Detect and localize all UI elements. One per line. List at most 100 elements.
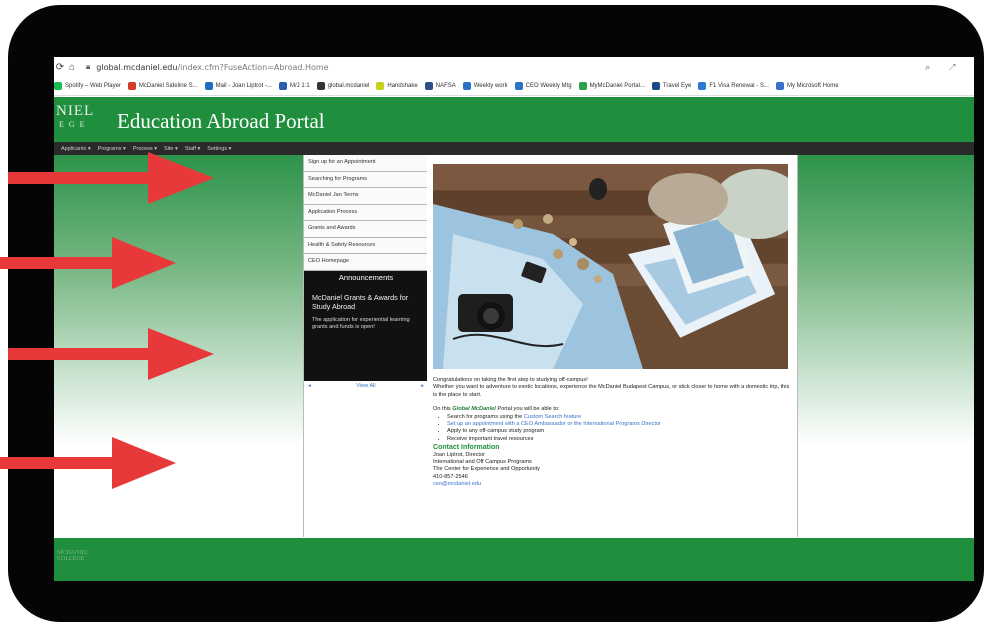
bookmark-label: CEO Weekly Mtg bbox=[525, 83, 572, 89]
bookmark-favicon-icon bbox=[204, 82, 213, 90]
next-arrow-icon[interactable]: ▸ bbox=[421, 383, 424, 389]
menu-item[interactable]: Applicants ▾ bbox=[61, 146, 91, 152]
portal-name: Global McDaniel bbox=[452, 406, 496, 413]
bookmark-label: NAFSA bbox=[435, 83, 456, 89]
bookmark-favicon-icon bbox=[316, 82, 325, 90]
site-footer: MCDANIEL COLLEGE bbox=[54, 538, 974, 581]
bookmark-item[interactable]: CEO Weekly Mtg bbox=[514, 82, 572, 90]
bookmark-favicon-icon bbox=[698, 82, 707, 90]
feature-1-text: Search for programs using the bbox=[447, 413, 523, 420]
bookmark-favicon-icon bbox=[651, 82, 660, 90]
appointment-link[interactable]: Set up an appointment with a CEO Ambassa… bbox=[447, 421, 661, 427]
announcement-body: The application for experiential learnin… bbox=[312, 316, 410, 331]
sidebar-link[interactable]: Application Process bbox=[304, 204, 428, 221]
bookmark-favicon-icon bbox=[376, 82, 385, 90]
sidebar: Sign up for an Appointment Searching for … bbox=[303, 155, 428, 537]
logo-line-1: NIEL bbox=[56, 103, 95, 119]
intro-line-1: Congratulations on taking the first step… bbox=[433, 377, 588, 383]
contact-phone: 410-857-2546 bbox=[433, 473, 468, 480]
feature-list: Search for programs using the Custom Sea… bbox=[433, 414, 793, 444]
sidebar-link[interactable]: Grants and Awards bbox=[304, 221, 428, 238]
bookmark-item[interactable]: NAFSA bbox=[424, 82, 456, 90]
bookmark-item[interactable]: global.mcdaniel bbox=[316, 82, 370, 90]
tablet-frame: ⟳ ⌂ 🔒︎ global.mcdaniel.edu/index.cfm?Fus… bbox=[8, 5, 984, 622]
portal-title: Education Abroad Portal bbox=[117, 109, 325, 133]
bookmark-label: F1 Visa Renewal - S... bbox=[709, 83, 769, 89]
feature-item: Apply to any off-campus study program bbox=[447, 428, 793, 435]
prev-arrow-icon[interactable]: ◂ bbox=[308, 383, 311, 389]
bookmark-item[interactable]: Spotify – Web Player bbox=[54, 82, 121, 90]
bookmark-favicon-icon bbox=[54, 82, 62, 90]
bookmark-item[interactable]: Travel Eye bbox=[651, 82, 691, 90]
lock-icon: 🔒︎ bbox=[86, 62, 91, 71]
contact-email-link[interactable]: ceo@mcdaniel.edu bbox=[433, 481, 793, 488]
sidebar-link[interactable]: Health & Safety Resources bbox=[304, 237, 428, 254]
footer-logo: MCDANIEL COLLEGE bbox=[57, 550, 89, 562]
zoom-share-icons[interactable]: ⌕ ↗ bbox=[925, 62, 964, 73]
menu-item[interactable]: Settings ▾ bbox=[207, 146, 231, 152]
url-field[interactable]: global.mcdaniel.edu/index.cfm?FuseAction… bbox=[96, 63, 328, 72]
feature-item: Search for programs using the Custom Sea… bbox=[447, 414, 793, 421]
menu-item[interactable]: Process ▾ bbox=[133, 146, 157, 152]
bookmark-item[interactable]: MyMcDaniel Portal... bbox=[578, 82, 645, 90]
portal-sentence: On this Global McDaniel Portal you will … bbox=[433, 406, 793, 413]
bookmark-favicon-icon bbox=[462, 82, 471, 90]
reload-icon[interactable]: ⟳ bbox=[54, 62, 66, 73]
sidebar-link[interactable]: McDaniel Jan Terms bbox=[304, 188, 428, 205]
hero-image bbox=[433, 164, 788, 369]
bookmark-label: Weekly work bbox=[473, 83, 508, 89]
browser-screen: ⟳ ⌂ 🔒︎ global.mcdaniel.edu/index.cfm?Fus… bbox=[54, 57, 974, 581]
bookmark-item[interactable]: My Microsoft Home bbox=[775, 82, 839, 90]
url-host: global.mcdaniel.edu bbox=[96, 62, 178, 72]
menu-item[interactable]: Programs ▾ bbox=[98, 146, 126, 152]
arrow-4 bbox=[0, 437, 176, 489]
address-bar: ⟳ ⌂ 🔒︎ global.mcdaniel.edu/index.cfm?Fus… bbox=[54, 57, 974, 77]
bookmark-favicon-icon bbox=[424, 82, 433, 90]
arrow-1 bbox=[8, 152, 214, 204]
portal-prefix: On this bbox=[433, 406, 451, 413]
announcements-heading: Announcements bbox=[304, 270, 428, 285]
contact-name: Joan Liptrot, Director bbox=[433, 451, 485, 458]
sidebar-links: Sign up for an Appointment Searching for … bbox=[304, 155, 428, 271]
custom-search-link[interactable]: Custom Search feature bbox=[524, 414, 582, 420]
bookmark-item[interactable]: Mail - Joan Liptrot -... bbox=[204, 82, 272, 90]
bookmarks-bar: Spotify – Web Player McDaniel Sideline S.… bbox=[54, 77, 974, 96]
bookmark-favicon-icon bbox=[278, 82, 287, 90]
logo-line-2: EGE bbox=[59, 120, 90, 129]
bookmark-favicon-icon bbox=[514, 82, 523, 90]
bookmark-label: Handshake bbox=[387, 83, 418, 89]
home-icon[interactable]: ⌂ bbox=[66, 62, 78, 73]
view-all-link[interactable]: View All bbox=[356, 383, 375, 389]
bookmark-label: M/J 1:1 bbox=[289, 83, 310, 89]
portal-suffix: Portal you will be able to: bbox=[497, 406, 560, 413]
feature-3-text: Apply to any off-campus study program bbox=[447, 428, 545, 435]
bookmark-label: Mail - Joan Liptrot -... bbox=[215, 83, 272, 89]
announcement-title[interactable]: McDaniel Grants & Awards for Study Abroa… bbox=[312, 293, 420, 311]
bookmark-label: My Microsoft Home bbox=[786, 83, 839, 89]
bookmark-label: McDaniel Sideline S... bbox=[138, 83, 198, 89]
sidebar-link[interactable]: Sign up for an Appointment bbox=[304, 155, 428, 172]
arrow-3 bbox=[8, 328, 214, 380]
arrow-2 bbox=[0, 237, 176, 289]
menu-item[interactable]: Staff ▾ bbox=[185, 146, 201, 152]
bookmark-favicon-icon bbox=[578, 82, 587, 90]
bookmark-item[interactable]: F1 Visa Renewal - S... bbox=[698, 82, 769, 90]
bookmark-favicon-icon bbox=[775, 82, 784, 90]
contact-heading: Contact Information bbox=[433, 444, 500, 452]
sidebar-link[interactable]: Searching for Programs bbox=[304, 171, 428, 188]
college-logo[interactable]: NIEL EGE bbox=[56, 103, 94, 129]
sidebar-link[interactable]: CEO Homepage bbox=[304, 254, 428, 271]
bookmark-item[interactable]: M/J 1:1 bbox=[278, 82, 310, 90]
site-header: NIEL EGE Education Abroad Portal bbox=[54, 97, 974, 142]
bookmark-label: global.mcdaniel bbox=[327, 83, 370, 89]
announcement-card[interactable]: McDaniel Grants & Awards for Study Abroa… bbox=[304, 284, 428, 381]
bookmark-item[interactable]: McDaniel Sideline S... bbox=[127, 82, 198, 90]
announcement-pager: ◂ View All ▸ bbox=[304, 380, 428, 391]
bookmark-item[interactable]: Weekly work bbox=[462, 82, 508, 90]
contact-role: International and Off Campus Programs bbox=[433, 459, 532, 466]
intro-line-2: Whether you want to adventure to exotic … bbox=[433, 384, 790, 398]
bookmark-item[interactable]: Handshake bbox=[376, 82, 418, 90]
feature-item: Set up an appointment with a CEO Ambassa… bbox=[447, 421, 793, 428]
url-path: /index.cfm?FuseAction=Abroad.Home bbox=[177, 62, 329, 72]
menu-item[interactable]: Site ▾ bbox=[164, 146, 178, 152]
